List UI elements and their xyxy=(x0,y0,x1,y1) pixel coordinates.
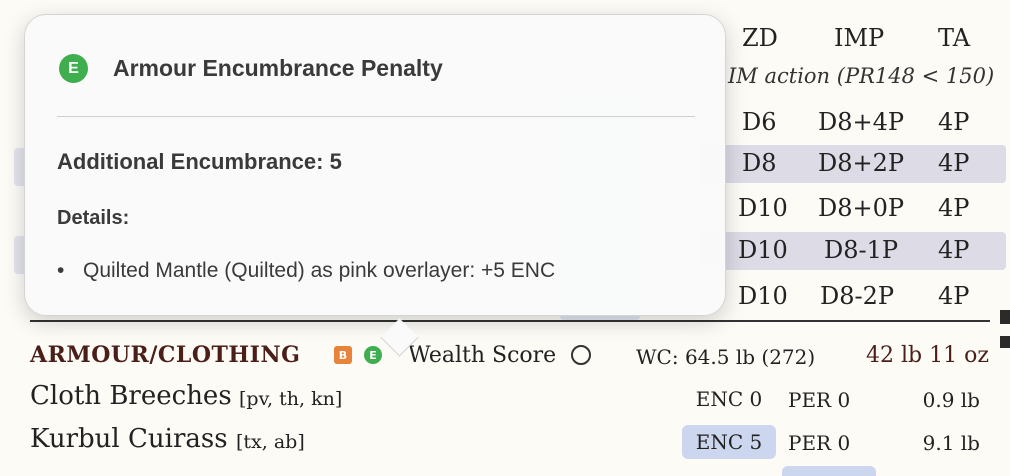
zd-value: D6 xyxy=(742,108,777,136)
ta-value: 4P xyxy=(938,282,970,310)
ta-value: 4P xyxy=(938,149,970,177)
additional-encumbrance: Additional Encumbrance: 5 xyxy=(57,149,342,174)
details-list-item: • Quilted Mantle (Quilted) as pink overla… xyxy=(57,259,555,283)
ta-value: 4P xyxy=(938,194,970,222)
item-tags: [pv, th, kn] xyxy=(239,388,343,410)
item-enc: ENC 0 xyxy=(695,387,763,411)
character-sheet: ZD IMP TA IM action (PR148 < 150) D6 D8+… xyxy=(0,0,1010,476)
item-per: PER 0 xyxy=(788,431,851,455)
imp-value: D8-1P xyxy=(824,236,899,264)
zd-value: D10 xyxy=(738,282,788,310)
header-zd: ZD xyxy=(742,24,778,52)
imp-value: D8-2P xyxy=(820,282,895,310)
armour-section-title: ARMOUR/CLOTHING xyxy=(30,342,301,368)
weapon-row[interactable]: D10 D8+0P 4P xyxy=(700,190,1006,228)
imp-value: D8+0P xyxy=(818,194,905,222)
b-badge-icon[interactable]: B xyxy=(334,346,352,364)
item-per: PER 0 xyxy=(788,388,851,412)
imp-value: D8+2P xyxy=(818,149,905,177)
e-badge-icon[interactable]: E xyxy=(364,346,382,364)
tooltip-title: Armour Encumbrance Penalty xyxy=(113,55,443,81)
item-enc-highlighted[interactable]: ENC 5 xyxy=(682,425,776,459)
header-ta: TA xyxy=(938,24,971,52)
weapon-row[interactable]: D8 D8+2P 4P xyxy=(700,145,1006,183)
zd-value: D8 xyxy=(742,149,777,177)
item-weight: 0.9 lb xyxy=(922,388,980,412)
im-action-note: IM action (PR148 < 150) xyxy=(728,64,995,88)
item-name: Kurbul Cuirass xyxy=(30,424,228,454)
item-weight: 9.1 lb xyxy=(922,431,980,455)
encumbrance-tooltip: E Armour Encumbrance Penalty Additional … xyxy=(24,14,726,357)
item-tags: [tx, ab] xyxy=(236,431,305,453)
ta-value: 4P xyxy=(938,108,970,136)
tooltip-divider xyxy=(57,116,695,117)
imp-value: D8+4P xyxy=(818,108,905,136)
zd-value: D10 xyxy=(738,236,788,264)
section-divider xyxy=(30,320,990,322)
item-name: Cloth Breeches xyxy=(30,381,232,411)
weapon-row[interactable]: D10 D8-2P 4P xyxy=(700,278,1006,316)
bullet-icon: • xyxy=(57,259,65,282)
edge-marker xyxy=(1000,310,1010,324)
header-imp: IMP xyxy=(834,24,885,52)
weight-capacity: WC: 64.5 lb (272) xyxy=(636,345,816,369)
zd-value: D10 xyxy=(738,194,788,222)
next-row-highlight xyxy=(782,466,876,476)
wealth-score-radio[interactable] xyxy=(571,345,591,365)
e-badge-icon: E xyxy=(59,54,88,83)
ta-value: 4P xyxy=(938,236,970,264)
total-weight: 42 lb 11 oz xyxy=(866,343,989,368)
edge-marker xyxy=(1000,336,1010,348)
weapon-row[interactable]: D10 D8-1P 4P xyxy=(700,232,1006,270)
wealth-score-label: Wealth Score xyxy=(408,343,557,368)
detail-text: Quilted Mantle (Quilted) as pink overlay… xyxy=(83,259,556,282)
details-label: Details: xyxy=(57,207,130,229)
weapon-row[interactable]: D6 D8+4P 4P xyxy=(700,104,1006,142)
